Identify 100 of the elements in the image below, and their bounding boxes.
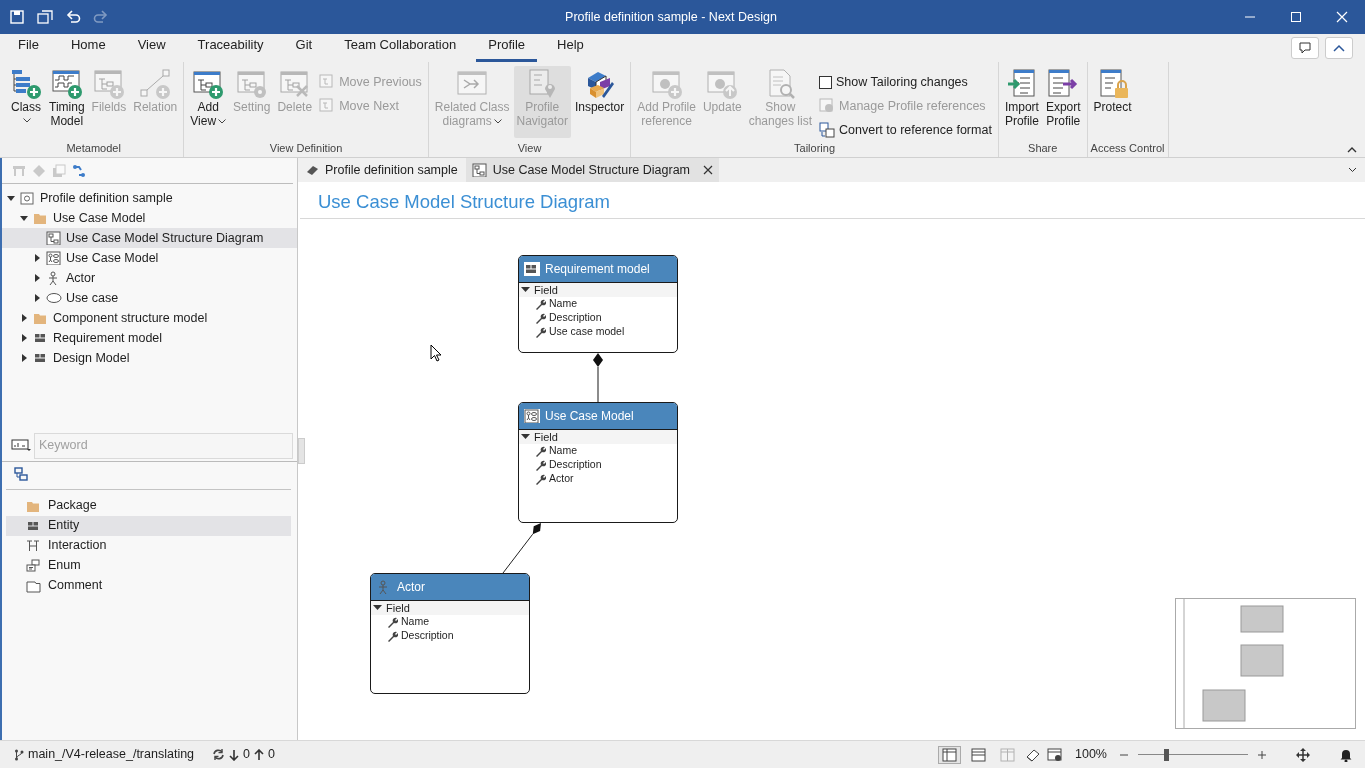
tree-item[interactable]: Actor [2, 268, 297, 288]
caret-right-icon[interactable] [32, 293, 42, 303]
arrow-up-icon [254, 748, 265, 761]
ribbon-button[interactable]: Import Profile [1001, 66, 1042, 138]
stack-icon [52, 163, 66, 178]
tree-item-label: Use Case Model Structure Diagram [66, 229, 264, 247]
feedback-button[interactable] [1291, 37, 1319, 59]
node-title: Actor [397, 579, 425, 596]
caret-down-icon [373, 605, 382, 611]
caret-down-icon [521, 287, 530, 293]
eraser-icon[interactable] [1025, 747, 1041, 762]
palette-item-label: Comment [48, 577, 103, 595]
palette-item-label: Interaction [48, 537, 107, 555]
menu-tab[interactable]: View [125, 34, 178, 62]
window-settings-icon[interactable] [1047, 747, 1063, 762]
branch-icon [14, 748, 24, 761]
branch-name[interactable]: main_/V4-release_/translating [28, 745, 195, 764]
search-field[interactable]: Keyword [34, 432, 293, 459]
toolbar-button[interactable] [72, 163, 86, 178]
entity-icon [524, 262, 540, 276]
show-tailoring-checkbox[interactable]: Show Tailoring changes [816, 72, 995, 93]
link-icon [72, 163, 86, 178]
collapse-panel-handle[interactable] [298, 438, 305, 464]
caret-right-icon[interactable] [32, 253, 42, 263]
tree-item-label: Design Model [53, 349, 130, 367]
tree-item-label: Use case [66, 289, 119, 307]
layout-icon[interactable] [14, 467, 28, 481]
menu-tab[interactable]: Profile [476, 34, 538, 62]
connector-icon [139, 68, 172, 100]
palette-item[interactable]: Enum [6, 555, 291, 576]
wrench-icon [387, 616, 398, 628]
diamond-icon [32, 163, 46, 178]
ribbon-button[interactable]: Add View [187, 66, 230, 138]
menu-tab[interactable]: File [6, 34, 51, 62]
ribbon-button[interactable]: Class [7, 66, 45, 138]
menu-tab[interactable]: Traceability [185, 34, 276, 62]
tree-item[interactable]: Use Case Model [2, 208, 297, 228]
document-tab[interactable]: Use Case Model Structure Diagram [465, 158, 719, 182]
arrow-down-icon [229, 748, 240, 761]
caret-down-icon [521, 434, 530, 440]
entity-node[interactable]: Requirement model Field Name Description Use case model [518, 255, 678, 353]
caret-right-icon[interactable] [19, 333, 29, 343]
node-title: Requirement model [545, 261, 650, 278]
palette-item[interactable]: Package [6, 495, 291, 516]
ribbon-button[interactable]: Inspector [571, 66, 628, 138]
eraser-icon [306, 164, 320, 176]
split-vertical-icon [1000, 747, 1015, 762]
palette-item[interactable]: Comment [6, 575, 291, 596]
slider-thumb[interactable] [1163, 748, 1169, 761]
caret-down-icon[interactable] [19, 213, 29, 223]
caret-right-icon[interactable] [32, 273, 42, 283]
interaction-icon [26, 538, 42, 553]
tree-item[interactable]: Profile definition sample [2, 188, 297, 208]
undo-icon [65, 9, 81, 25]
tree-item[interactable]: Component structure model [2, 308, 297, 328]
menu-tab[interactable]: Git [283, 34, 325, 62]
ribbon-button[interactable]: Convert to reference format [816, 119, 995, 141]
tree-item[interactable]: Design Model [2, 348, 297, 368]
menu-tab[interactable]: Home [58, 34, 118, 62]
layout-button[interactable] [938, 745, 961, 764]
tree-item[interactable]: Use Case Model [2, 248, 297, 268]
zoom-level: 100% [1075, 746, 1107, 764]
menu-tab[interactable]: Help [545, 34, 596, 62]
bell-icon[interactable] [1339, 747, 1353, 762]
chevron-up-icon[interactable] [1347, 146, 1357, 153]
palette-item-label: Entity [48, 517, 80, 535]
ribbon-button[interactable]: Export Profile [1042, 66, 1084, 138]
folder-icon [33, 311, 49, 325]
entity-node[interactable]: Actor Field Name Description [370, 573, 530, 694]
node-section-label: Field [386, 600, 410, 616]
move-icon[interactable] [1295, 746, 1311, 763]
maximize-icon [1290, 11, 1302, 23]
ribbon-group-label: View Definition [268, 141, 344, 156]
ribbon-button[interactable]: Protect [1090, 66, 1135, 138]
ribbon-button[interactable]: Timing Model [46, 66, 88, 138]
collapse-ribbon-button[interactable] [1325, 37, 1353, 59]
sync-icon[interactable] [212, 748, 226, 761]
close-icon [1336, 11, 1348, 23]
node-field: Use case model [549, 324, 625, 340]
tree-item[interactable]: Requirement model [2, 328, 297, 348]
caret-down-icon[interactable] [1348, 167, 1357, 173]
palette-item[interactable]: Interaction [6, 535, 291, 556]
save-icon [9, 9, 25, 25]
tree-item-label: Requirement model [53, 329, 163, 347]
palette-item[interactable]: Entity [6, 515, 291, 536]
diagram-icon [46, 231, 62, 245]
tree-item[interactable]: Use case [2, 288, 297, 308]
caret-down-icon[interactable] [6, 193, 16, 203]
ribbon-group-label: View [516, 141, 543, 156]
zoom-in-icon[interactable] [1257, 749, 1267, 760]
caret-right-icon[interactable] [19, 313, 29, 323]
window-add-icon [650, 68, 683, 100]
zoom-slider[interactable] [1138, 748, 1248, 761]
caret-right-icon[interactable] [19, 353, 29, 363]
menu-tab[interactable]: Team Collaboration [332, 34, 469, 62]
tree-item[interactable]: Use Case Model Structure Diagram [2, 228, 297, 248]
close-icon[interactable] [703, 165, 713, 175]
entity-node[interactable]: Use Case Model Field Name Description Actor [518, 402, 678, 523]
wrench-icon [535, 312, 546, 324]
composition-connector [593, 353, 603, 403]
